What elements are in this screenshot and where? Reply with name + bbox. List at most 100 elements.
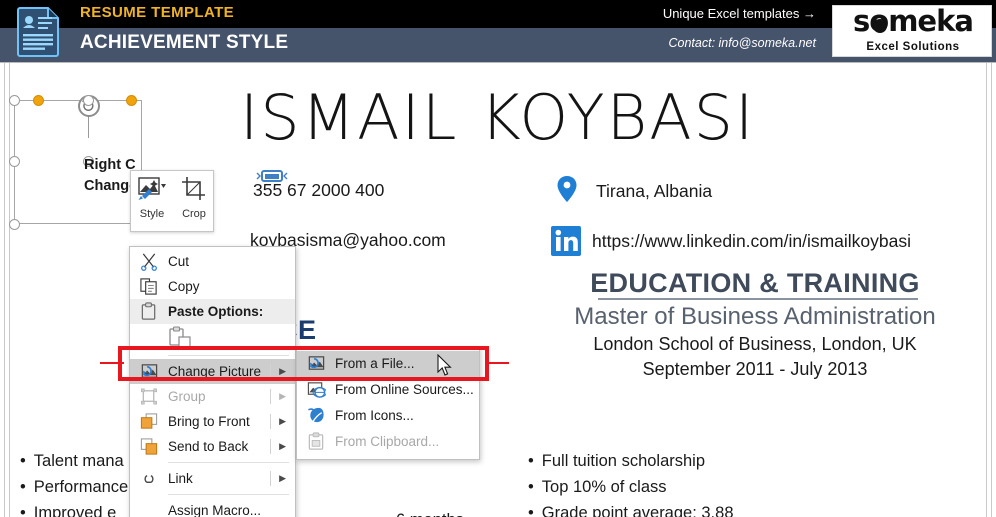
banner-contact-text: Contact: info@someka.net xyxy=(668,36,817,50)
resize-handle-top-left[interactable] xyxy=(9,95,20,106)
resume-name: ISMAIL KOYBASI xyxy=(240,81,756,154)
context-menu-divider-change-picture xyxy=(270,364,271,379)
someka-logo-dot xyxy=(873,19,887,33)
annotation-leader-right xyxy=(485,362,509,364)
resize-handle-middle-left[interactable] xyxy=(9,156,20,167)
copy-icon xyxy=(140,278,157,295)
context-menu-divider-group xyxy=(270,389,271,404)
context-menu-label-copy: Copy xyxy=(168,279,200,294)
group-icon xyxy=(141,388,157,405)
annotation-leader-left xyxy=(100,362,124,364)
submenu-label-from-online-sources: From Online Sources... xyxy=(335,382,474,397)
someka-logo-tagline: Excel Solutions xyxy=(866,41,960,53)
send-to-back-icon xyxy=(140,438,158,455)
context-menu-label-paste-options: Paste Options: xyxy=(168,304,264,319)
experience-bullet-item: Performance xyxy=(20,474,128,500)
resume-location: Tirana, Albania xyxy=(596,181,713,201)
submenu-arrow-link: ▶ xyxy=(279,473,286,483)
context-menu-separator-3 xyxy=(168,494,289,495)
resize-handle-bottom-left[interactable] xyxy=(9,219,20,230)
submenu-arrow-bring-to-front: ▶ xyxy=(279,416,286,426)
unique-excel-templates-link[interactable]: Unique Excel templates → xyxy=(663,6,816,21)
mouse-cursor xyxy=(437,354,452,376)
context-menu-label-bring-to-front: Bring to Front xyxy=(168,414,250,429)
context-menu-item-copy[interactable]: Copy xyxy=(130,274,295,299)
mini-toolbar-crop-button[interactable]: Crop xyxy=(173,176,215,220)
context-menu-item-group: Group ▶ xyxy=(130,384,295,409)
paste-keep-source-icon[interactable] xyxy=(168,326,192,350)
education-school: London School of Business, London, UK xyxy=(593,334,917,354)
education-bullet-list: Full tuition scholarshipTop 10% of class… xyxy=(528,448,734,517)
from-clipboard-icon xyxy=(308,432,324,450)
context-menu-separator-1 xyxy=(168,355,289,356)
submenu-item-from-clipboard: From Clipboard... xyxy=(297,429,479,455)
context-menu-label-cut: Cut xyxy=(168,254,190,269)
picture-mini-toolbar[interactable]: Style Crop xyxy=(130,170,214,232)
context-menu-item-link[interactable]: Link ▶ xyxy=(130,466,295,491)
crop-icon xyxy=(182,177,205,200)
submenu-item-from-icons[interactable]: From Icons... xyxy=(297,403,479,429)
context-menu-label-change-picture: Change Picture xyxy=(168,364,262,379)
context-menu-label-assign-macro: Assign Macro... xyxy=(168,503,262,517)
location-pin-icon xyxy=(557,176,577,202)
context-menu-item-assign-macro[interactable]: Assign Macro... xyxy=(130,498,295,517)
adjust-handle-top-right[interactable] xyxy=(126,95,137,106)
resume-linkedin: https://www.linkedin.com/in/ismailkoybas… xyxy=(592,231,912,251)
submenu-arrow-change-picture: ▶ xyxy=(279,366,286,376)
resume-template-label: RESUME TEMPLATE xyxy=(80,4,235,21)
submenu-arrow-group: ▶ xyxy=(279,391,286,401)
resume-phone: 355 67 2000 400 xyxy=(253,180,385,200)
someka-logo[interactable]: someka Excel Solutions xyxy=(832,4,992,57)
sheet-edge-right xyxy=(991,63,992,517)
context-menu-label-send-to-back: Send to Back xyxy=(168,439,249,454)
someka-logo-wordmark: someka xyxy=(853,4,974,38)
submenu-label-from-clipboard: From Clipboard... xyxy=(335,434,440,449)
experience-bullet-tail: 6 months xyxy=(396,511,464,517)
context-menu-item-cut[interactable]: Cut xyxy=(130,249,295,274)
submenu-arrow-send-to-back: ▶ xyxy=(279,441,286,451)
context-menu-item-bring-to-front[interactable]: Bring to Front ▶ xyxy=(130,409,295,434)
education-bullet-item: Top 10% of class xyxy=(528,474,734,500)
change-picture-icon xyxy=(141,364,158,378)
scissors-icon xyxy=(141,253,157,271)
submenu-label-from-a-file: From a File... xyxy=(335,356,415,371)
picture-context-menu[interactable]: Cut Copy Paste Options: Change Picture ▶… xyxy=(129,246,296,517)
sheet-edge-left-2 xyxy=(9,63,10,517)
education-section-title: EDUCATION & TRAINING xyxy=(590,268,920,298)
context-menu-separator-2 xyxy=(168,462,289,463)
online-sources-icon xyxy=(307,382,326,398)
document-canvas[interactable]: ISMAIL KOYBASI 355 67 2000 400 koybasism… xyxy=(0,62,996,517)
mini-toolbar-style-button[interactable]: Style xyxy=(131,176,173,220)
education-degree: Master of Business Administration xyxy=(574,303,936,330)
context-menu-label-link: Link xyxy=(168,471,193,486)
experience-bullet-item: Improved e xyxy=(20,500,128,517)
submenu-label-from-icons: From Icons... xyxy=(335,408,414,423)
mini-toolbar-crop-label: Crop xyxy=(182,208,206,220)
context-menu-paste-options-header: Paste Options: xyxy=(130,299,295,324)
from-file-icon xyxy=(308,356,325,370)
picture-style-icon xyxy=(138,177,166,200)
mini-toolbar-style-label: Style xyxy=(139,208,165,220)
adjust-handle-top-left[interactable] xyxy=(33,95,44,106)
link-icon xyxy=(144,475,154,484)
from-icons-icon xyxy=(308,407,324,423)
context-menu-divider-send-to-back xyxy=(270,439,271,454)
experience-bullet-item: Talent mana xyxy=(20,448,128,474)
experience-bullet-list: Talent manaPerformanceImproved eOversaw … xyxy=(20,448,128,517)
context-menu-divider-bring-to-front xyxy=(270,414,271,429)
app-banner: RESUME TEMPLATE ACHIEVEMENT STYLE Unique… xyxy=(0,0,996,62)
clipboard-icon xyxy=(141,302,156,320)
education-bullet-item: Full tuition scholarship xyxy=(528,448,734,474)
bring-to-front-icon xyxy=(140,413,158,429)
submenu-item-from-online-sources[interactable]: From Online Sources... xyxy=(297,377,479,403)
context-menu-divider-link xyxy=(270,471,271,486)
paste-options-row[interactable] xyxy=(130,324,295,352)
resize-handle-top-center[interactable] xyxy=(83,95,94,106)
education-title-underline xyxy=(598,298,918,300)
linkedin-icon xyxy=(551,226,581,256)
education-bullet-item: Grade point average: 3.88 xyxy=(528,500,734,517)
context-menu-label-group: Group xyxy=(168,389,206,404)
education-dates: September 2011 - July 2013 xyxy=(642,359,868,379)
context-menu-item-change-picture[interactable]: Change Picture ▶ xyxy=(130,359,295,384)
context-menu-item-send-to-back[interactable]: Send to Back ▶ xyxy=(130,434,295,459)
